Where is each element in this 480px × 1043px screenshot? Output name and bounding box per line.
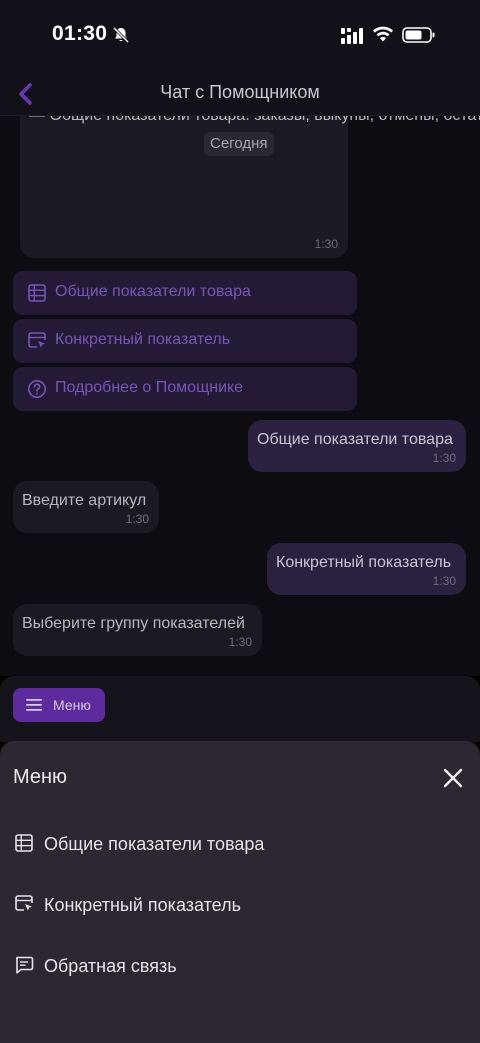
message-time: 1:30 xyxy=(125,512,149,526)
message-text: — Общие показатели товара: заказы, выкуп… xyxy=(29,116,480,126)
bell-slash-icon xyxy=(112,26,130,44)
quick-button-label: Общие показатели товара xyxy=(55,283,251,300)
chat-feedback-icon xyxy=(16,956,34,974)
sheet-item-label: Конкретный показатель xyxy=(44,895,241,915)
quick-button-general-metrics[interactable]: Общие показатели товара xyxy=(13,271,357,315)
bot-message: Введите артикул 1:30 xyxy=(13,481,159,533)
sheet-item-label: Общие показатели товара xyxy=(44,834,265,854)
chat-area[interactable]: — Общие показатели товара: заказы, выкуп… xyxy=(0,116,480,676)
message-time: 1:30 xyxy=(432,574,456,588)
signal-icon xyxy=(341,28,363,44)
sheet-item-specific-metric[interactable]: Конкретный показатель xyxy=(0,881,480,931)
message-time: 1:30 xyxy=(432,451,456,465)
quick-button-specific-metric[interactable]: Конкретный показатель xyxy=(13,319,357,363)
quick-button-label: Подробнее о Помощнике xyxy=(55,379,244,396)
menu-sheet: Меню Общие показатели товара Конкретный … xyxy=(0,741,480,1043)
sheet-item-general-metrics[interactable]: Общие показатели товара xyxy=(0,820,480,870)
sheet-title: Меню xyxy=(13,766,68,788)
sheet-item-feedback[interactable]: Обратная связь xyxy=(0,942,480,992)
message-time: 1:30 xyxy=(314,237,338,251)
message-text: Конкретный показатель xyxy=(276,554,452,571)
wifi-icon xyxy=(373,26,393,42)
status-time: 01:30 xyxy=(52,22,108,45)
message-text: Введите артикул xyxy=(22,492,147,509)
message-time: 1:30 xyxy=(228,635,252,649)
menu-bar: Меню xyxy=(0,676,480,742)
date-separator: Сегодня xyxy=(204,132,274,156)
close-icon[interactable] xyxy=(442,767,464,789)
table-icon xyxy=(15,834,33,852)
bot-message: Выберите группу показателей 1:30 xyxy=(13,604,262,656)
user-message: Общие показатели товара 1:30 xyxy=(248,420,466,472)
status-bar: 01:30 xyxy=(0,0,480,72)
chat-header: Чат с Помощником xyxy=(0,72,480,116)
bot-message-long: — Общие показатели товара: заказы, выкуп… xyxy=(20,116,480,258)
quick-button-label: Конкретный показатель xyxy=(55,331,231,348)
message-text: Выберите группу показателей xyxy=(22,615,245,632)
message-text: Общие показатели товара xyxy=(257,431,453,448)
menu-button-label: Меню xyxy=(53,697,91,713)
page-title: Чат с Помощником xyxy=(160,82,320,102)
cursor-select-icon xyxy=(15,895,33,911)
user-message: Конкретный показатель 1:30 xyxy=(267,543,466,595)
battery-icon xyxy=(402,27,435,43)
help-circle-icon xyxy=(28,380,46,398)
table-icon xyxy=(28,284,46,302)
hamburger-icon xyxy=(26,699,42,711)
menu-button[interactable]: Меню xyxy=(13,688,105,722)
quick-button-about-assistant[interactable]: Подробнее о Помощнике xyxy=(13,367,357,411)
cursor-select-icon xyxy=(28,332,46,348)
sheet-item-label: Обратная связь xyxy=(44,956,177,976)
